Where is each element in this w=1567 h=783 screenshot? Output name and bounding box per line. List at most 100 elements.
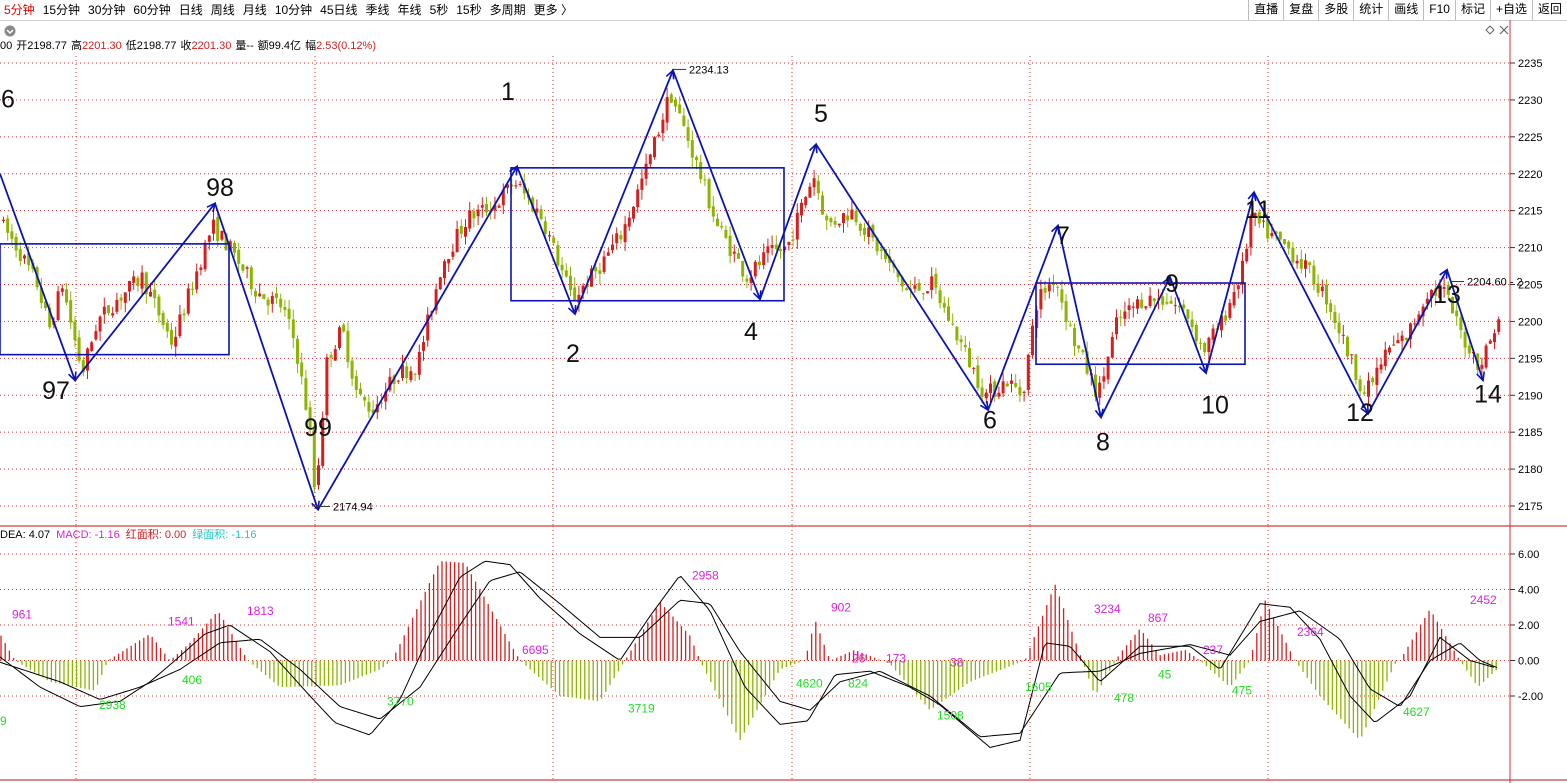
candle-body <box>270 296 274 304</box>
macd-tick-label: 0.00 <box>1518 656 1539 668</box>
wave-segment <box>516 166 576 315</box>
candle-body <box>153 289 157 299</box>
candle-body <box>1484 345 1488 368</box>
period-tab[interactable]: 15分钟 <box>39 0 84 20</box>
period-tab[interactable]: 周线 <box>207 0 239 20</box>
candle-body <box>930 276 934 291</box>
period-tab[interactable]: 季线 <box>362 0 394 20</box>
candle-body <box>69 300 73 323</box>
candle-body <box>1388 347 1391 353</box>
close-icon[interactable] <box>1499 25 1509 35</box>
candle-body <box>602 256 606 272</box>
candle-body <box>1287 241 1291 249</box>
toolbar-button[interactable]: F10 <box>1423 0 1455 20</box>
candle-body <box>413 373 417 375</box>
period-tab[interactable]: 30分钟 <box>84 0 129 20</box>
toolbar-button[interactable]: 复盘 <box>1283 0 1318 20</box>
macd-green-number: 4627 <box>1403 705 1430 719</box>
period-tab[interactable]: 多周期 <box>486 0 530 20</box>
candle-body <box>611 244 614 251</box>
candle-body <box>947 306 950 321</box>
candle-body <box>1131 306 1135 308</box>
macd-tick-label: 6.00 <box>1518 549 1539 561</box>
candle-body <box>317 465 320 486</box>
candle-body <box>779 249 782 252</box>
period-tab[interactable]: 年线 <box>394 0 426 20</box>
candle-body <box>1140 299 1144 309</box>
wave-lines <box>0 68 1486 512</box>
period-tab[interactable]: 月线 <box>239 0 271 20</box>
period-tab[interactable]: 5秒 <box>426 0 453 20</box>
candle-body <box>615 233 619 244</box>
wave-label: 14 <box>1474 381 1502 409</box>
candle-body <box>203 242 207 270</box>
toolbar-button[interactable]: +自选 <box>1489 0 1532 20</box>
wave-label: 11 <box>1245 196 1271 224</box>
macd-green-number: 4620 <box>796 677 823 691</box>
period-tab[interactable]: 60分钟 <box>129 0 174 20</box>
diamond-icon[interactable] <box>1485 25 1495 35</box>
candle-body <box>917 282 921 291</box>
period-tab[interactable]: 45日线 <box>316 0 361 20</box>
candle-body <box>149 291 152 297</box>
wave-label: 99 <box>304 414 332 442</box>
candle-body <box>766 246 770 254</box>
candle-body <box>514 185 518 187</box>
candle-body <box>1136 299 1139 309</box>
candle-body <box>699 162 703 180</box>
macd-green-number: 2938 <box>99 698 126 712</box>
candle-body <box>279 298 283 308</box>
candle-body <box>674 99 677 107</box>
candle-body <box>774 244 778 250</box>
toolbar-button[interactable]: 直播 <box>1248 0 1283 20</box>
candle-body <box>564 270 568 277</box>
wave-label: 8 <box>1096 429 1110 457</box>
macd-magenta-number: 2958 <box>692 568 719 582</box>
toolbar-button[interactable]: 标记 <box>1454 0 1490 20</box>
macd-magenta-number: 26 <box>852 652 866 666</box>
candle-body <box>94 331 98 340</box>
period-tab[interactable]: 日线 <box>175 0 207 20</box>
candle-body <box>758 261 761 266</box>
wave-segment <box>1253 191 1369 415</box>
candle-body <box>1127 305 1131 311</box>
candle-body <box>560 264 564 271</box>
collapse-icon[interactable] <box>4 25 16 37</box>
candle-body <box>573 287 577 301</box>
wave-label: 9 <box>1165 270 1179 298</box>
candle-body <box>1026 354 1030 390</box>
macd-green-number: 478 <box>1114 691 1134 705</box>
candle-body <box>1371 378 1375 383</box>
candle-body <box>644 163 648 179</box>
period-tab[interactable]: 10分钟 <box>271 0 316 20</box>
candle-body <box>795 212 799 240</box>
wave-label: 1 <box>501 78 515 106</box>
candle-body <box>753 261 757 277</box>
toolbar-button[interactable]: 统计 <box>1353 0 1388 20</box>
candle-body <box>216 216 220 241</box>
candle-body <box>879 249 883 251</box>
candle-body <box>1295 260 1299 264</box>
toolbar-button[interactable]: 多股 <box>1318 0 1353 20</box>
candle-body <box>997 392 1001 397</box>
candle-body <box>1367 380 1370 397</box>
candle-body <box>648 154 652 165</box>
candle-body <box>409 371 413 381</box>
candle-body <box>623 224 627 243</box>
toolbar-button[interactable]: 画线 <box>1388 0 1423 20</box>
candle-body <box>972 367 976 369</box>
period-tab[interactable]: 15秒 <box>452 0 485 20</box>
chart-area[interactable]: 00 开2198.77 高2201.30 低2198.77 收2201.30 量-- 额99… <box>0 20 1567 783</box>
candle-body <box>808 186 812 198</box>
candle-body <box>1052 283 1055 286</box>
candle-body <box>1119 316 1123 318</box>
candle-body <box>1077 345 1081 349</box>
candle-body <box>1001 381 1005 394</box>
candle-body <box>1115 317 1118 335</box>
macd-grid <box>0 553 1510 697</box>
period-tab[interactable]: 5分钟 <box>0 0 39 20</box>
toolbar-button[interactable]: 返回 <box>1531 0 1567 20</box>
period-tab[interactable]: 更多 〉 <box>530 0 577 20</box>
candle-body <box>1211 328 1215 340</box>
candle-body <box>1165 301 1169 304</box>
